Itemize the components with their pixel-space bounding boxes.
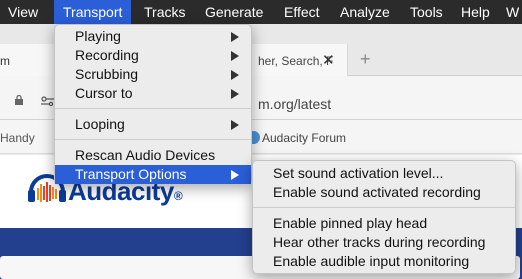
menu-item-rescan-audio-devices[interactable]: Rescan Audio Devices (55, 146, 251, 165)
menu-item-label: Recording (75, 47, 139, 63)
menu-separator (55, 139, 251, 140)
menu-item-label: Scrubbing (75, 66, 139, 82)
menu-item-enable-sound-activated-recording[interactable]: Enable sound activated recording (253, 183, 515, 202)
menu-item-label: Cursor to (75, 85, 133, 101)
submenu-arrow-icon (231, 170, 239, 180)
app-menubar: View Transport Tracks Generate Effect An… (0, 0, 522, 24)
submenu-arrow-icon (231, 120, 239, 130)
menu-item-label: Transport Options (75, 166, 187, 182)
transport-options-submenu: Set sound activation level... Enable sou… (252, 160, 516, 274)
menu-item-label: Playing (75, 28, 121, 44)
menu-window[interactable]: W (506, 0, 519, 24)
url-text[interactable]: m.org/latest (258, 96, 331, 112)
menu-item-enable-audible-input-monitoring[interactable]: Enable audible input monitoring (253, 252, 515, 271)
menu-item-looping[interactable]: Looping (55, 115, 251, 134)
submenu-arrow-icon (231, 70, 239, 80)
menu-tracks[interactable]: Tracks (144, 0, 185, 24)
menu-item-label: Hear other tracks during recording (273, 234, 486, 250)
new-tab-icon[interactable]: + (360, 49, 371, 70)
menu-item-label: Looping (75, 116, 125, 132)
menu-item-label: Enable pinned play head (273, 215, 428, 231)
menu-item-playing[interactable]: Playing (55, 27, 251, 46)
menu-generate[interactable]: Generate (205, 0, 263, 24)
menu-item-hear-other-tracks[interactable]: Hear other tracks during recording (253, 233, 515, 252)
menu-item-scrubbing[interactable]: Scrubbing (55, 65, 251, 84)
logo-registered-mark: ® (173, 189, 183, 203)
menu-item-label: Enable audible input monitoring (273, 253, 470, 269)
lock-icon (15, 95, 23, 105)
menu-analyze[interactable]: Analyze (340, 0, 390, 24)
menu-transport[interactable]: Transport (54, 0, 132, 24)
menu-effect[interactable]: Effect (284, 0, 320, 24)
bookmark-handy[interactable]: Handy (0, 131, 35, 145)
menu-view[interactable]: View (8, 0, 38, 24)
menu-item-label: Set sound activation level... (273, 165, 444, 181)
menu-item-cursor-to[interactable]: Cursor to (55, 84, 251, 103)
menu-item-label: Enable sound activated recording (273, 184, 481, 200)
transport-menu: Playing Recording Scrubbing Cursor to Lo… (54, 24, 252, 184)
menu-item-label: Rescan Audio Devices (75, 147, 216, 163)
menu-item-recording[interactable]: Recording (55, 46, 251, 65)
submenu-arrow-icon (231, 32, 239, 42)
bookmark-audacity-forum[interactable]: Audacity Forum (262, 131, 346, 145)
menu-separator (253, 207, 515, 208)
close-tab-icon[interactable]: ✕ (322, 51, 335, 69)
menu-item-enable-pinned-play-head[interactable]: Enable pinned play head (253, 214, 515, 233)
menu-item-transport-options[interactable]: Transport Options (55, 165, 251, 184)
site-settings-icon[interactable] (41, 96, 55, 106)
tab-title-left: m (0, 54, 10, 68)
submenu-arrow-icon (231, 51, 239, 61)
menu-item-set-sound-activation-level[interactable]: Set sound activation level... (253, 164, 515, 183)
menu-separator (55, 108, 251, 109)
menu-tools[interactable]: Tools (410, 0, 443, 24)
submenu-arrow-icon (231, 89, 239, 99)
menu-help[interactable]: Help (461, 0, 490, 24)
